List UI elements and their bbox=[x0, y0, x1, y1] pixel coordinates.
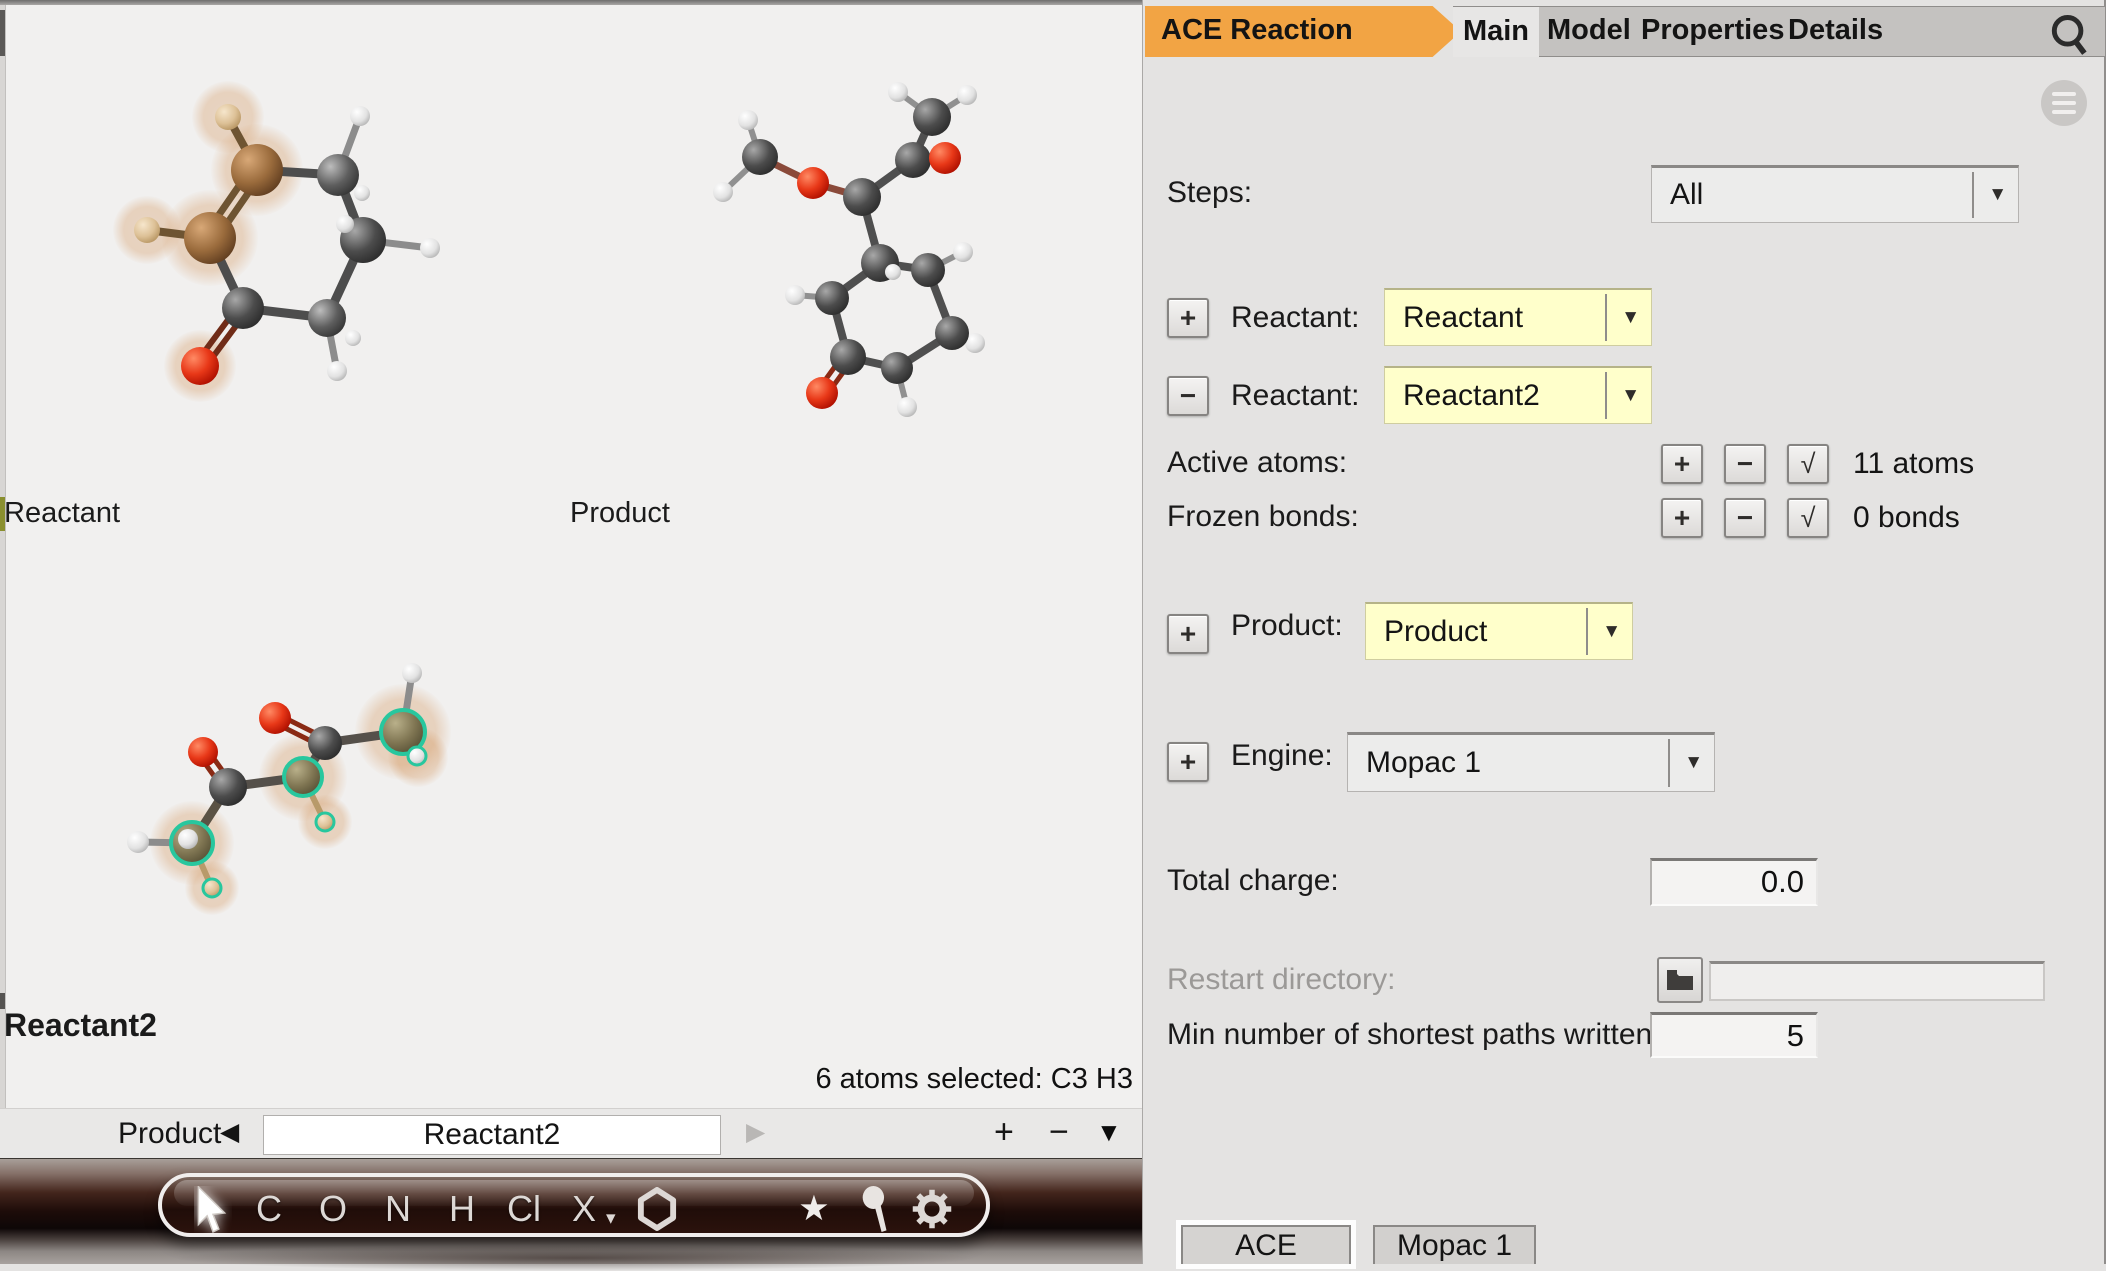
active-atoms-remove-button[interactable]: − bbox=[1724, 444, 1766, 484]
tab-main[interactable]: Main bbox=[1453, 6, 1539, 57]
total-charge-label: Total charge: bbox=[1167, 864, 1339, 897]
editor-dock: C O N H Cl X ▾ ★ bbox=[0, 1158, 1142, 1271]
add-reactant-button[interactable]: + bbox=[1167, 298, 1209, 338]
frozen-bonds-remove-button[interactable]: − bbox=[1724, 498, 1766, 538]
active-atoms-add-button[interactable]: + bbox=[1661, 444, 1703, 484]
min-paths-label: Min number of shortest paths written: bbox=[1167, 1018, 1661, 1051]
folder-icon bbox=[1667, 970, 1693, 990]
dropdown-arrow-icon: ▼ bbox=[1621, 306, 1640, 328]
total-charge-input[interactable]: 0.0 bbox=[1650, 858, 1818, 906]
reactant2-dropdown[interactable]: Reactant2 ▼ bbox=[1384, 366, 1652, 424]
dropdown-arrow-icon: ▼ bbox=[1684, 752, 1703, 773]
reactant1-label: Reactant: bbox=[1231, 301, 1360, 334]
engine-label: Engine: bbox=[1231, 739, 1333, 772]
add-engine-button[interactable]: + bbox=[1167, 742, 1209, 782]
reactant-molecule[interactable] bbox=[113, 81, 440, 402]
tab-details[interactable]: Details bbox=[1788, 6, 1883, 55]
remove-structure-button[interactable]: − bbox=[1049, 1110, 1069, 1154]
structure-navbar: Product ◀ Reactant2 ▶ + − ▼ bbox=[0, 1108, 1142, 1158]
plugin-title: ACE Reaction Network bbox=[1161, 14, 1353, 95]
bottom-tab-mopac[interactable]: Mopac 1 bbox=[1373, 1225, 1536, 1264]
product-molecule[interactable] bbox=[713, 82, 985, 417]
probe-tool-icon[interactable] bbox=[858, 1186, 892, 1232]
frozen-bonds-check-button[interactable]: √ bbox=[1787, 498, 1829, 538]
molecule-viewport[interactable]: Reactant Product Reactant2 6 atoms selec… bbox=[0, 5, 1142, 1108]
frozen-bonds-count: 0 bonds bbox=[1853, 501, 1960, 534]
reactant-label: Reactant bbox=[4, 497, 121, 529]
molecule-canvas[interactable] bbox=[0, 5, 1142, 1108]
dropdown-arrow-icon: ▼ bbox=[1988, 184, 2007, 205]
settings-gear-icon[interactable] bbox=[910, 1187, 954, 1231]
steps-dropdown[interactable]: All ▼ bbox=[1651, 165, 2019, 223]
left-edge-mark-olive bbox=[0, 497, 5, 531]
element-c-button[interactable]: C bbox=[244, 1188, 294, 1230]
element-h-button[interactable]: H bbox=[437, 1188, 487, 1230]
favorites-star-icon[interactable]: ★ bbox=[789, 1189, 839, 1229]
panel-menu-icon[interactable] bbox=[2041, 80, 2087, 126]
reactant1-dropdown[interactable]: Reactant ▼ bbox=[1384, 288, 1652, 346]
remove-reactant-button[interactable]: − bbox=[1167, 376, 1209, 416]
previous-structure-name: Product bbox=[118, 1117, 222, 1150]
product-label: Product: bbox=[1231, 609, 1343, 642]
frozen-bonds-label: Frozen bonds: bbox=[1167, 500, 1359, 533]
dropdown-arrow-icon: ▼ bbox=[1621, 384, 1640, 406]
current-structure-field[interactable]: Reactant2 bbox=[263, 1115, 721, 1155]
element-x-button[interactable]: X bbox=[559, 1188, 609, 1230]
engine-dropdown[interactable]: Mopac 1 ▼ bbox=[1347, 732, 1715, 792]
left-edge-sliver bbox=[0, 5, 6, 1108]
bottom-tab-ace[interactable]: ACE bbox=[1181, 1225, 1351, 1264]
tab-model[interactable]: Model bbox=[1547, 6, 1631, 55]
dropdown-arrow-icon: ▼ bbox=[1602, 620, 1621, 642]
tab-properties[interactable]: Properties bbox=[1641, 6, 1784, 55]
next-structure-button[interactable]: ▶ bbox=[746, 1109, 765, 1155]
browse-directory-button[interactable] bbox=[1657, 957, 1703, 1003]
restart-directory-input[interactable] bbox=[1709, 961, 2045, 1001]
reactant2-molecule[interactable] bbox=[127, 663, 451, 915]
ace-reaction-network-panel: ACE Reaction Network Main Model Properti… bbox=[1142, 0, 2106, 1264]
left-edge-mark-dash bbox=[0, 993, 5, 1009]
selection-status: 6 atoms selected: C3 H3 bbox=[815, 1063, 1133, 1095]
add-structure-button[interactable]: + bbox=[994, 1110, 1014, 1154]
element-toolbar: C O N H Cl X ▾ ★ bbox=[158, 1173, 990, 1237]
select-cursor-icon[interactable] bbox=[194, 1186, 232, 1234]
element-n-button[interactable]: N bbox=[373, 1188, 423, 1230]
product-dropdown[interactable]: Product ▼ bbox=[1365, 602, 1633, 660]
active-atoms-check-button[interactable]: √ bbox=[1787, 444, 1829, 484]
product-label: Product bbox=[570, 497, 670, 529]
reactant2-label: Reactant: bbox=[1231, 379, 1360, 412]
element-o-button[interactable]: O bbox=[308, 1188, 358, 1230]
left-edge-mark bbox=[0, 10, 5, 56]
search-icon[interactable] bbox=[2049, 14, 2089, 56]
min-paths-input[interactable]: 5 bbox=[1650, 1012, 1818, 1058]
steps-label: Steps: bbox=[1167, 176, 1253, 209]
add-product-button[interactable]: + bbox=[1167, 614, 1209, 654]
active-atoms-label: Active atoms: bbox=[1167, 446, 1348, 479]
restart-directory-label: Restart directory: bbox=[1167, 963, 1396, 996]
frozen-bonds-add-button[interactable]: + bbox=[1661, 498, 1703, 538]
ring-tool-icon[interactable] bbox=[636, 1187, 678, 1231]
plugin-title-tab[interactable]: ACE Reaction Network bbox=[1145, 6, 1461, 57]
element-cl-button[interactable]: Cl bbox=[499, 1188, 549, 1230]
previous-structure-button[interactable]: ◀ bbox=[220, 1109, 239, 1155]
reactant2-label: Reactant2 bbox=[4, 1007, 157, 1043]
structure-menu-button[interactable]: ▼ bbox=[1096, 1109, 1122, 1155]
active-atoms-count: 11 atoms bbox=[1853, 447, 1975, 480]
element-x-dropdown-caret[interactable]: ▾ bbox=[606, 1207, 616, 1230]
